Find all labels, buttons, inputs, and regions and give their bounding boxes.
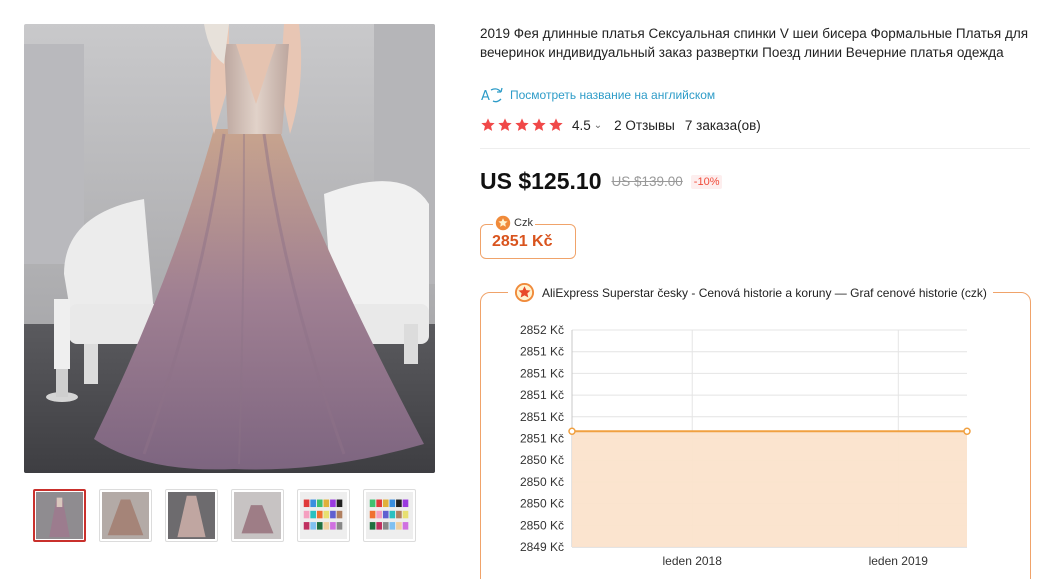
data-point (963, 427, 971, 436)
chevron-down-icon: ⌄ (593, 119, 603, 131)
x-tick-label: leden 2018 (663, 554, 723, 568)
star-icon (549, 118, 563, 131)
thumbnail-2[interactable] (99, 489, 152, 542)
divider (480, 148, 1030, 149)
orders-count: 7 заказа(ов) (684, 117, 761, 133)
dress-photo-4-icon (234, 492, 281, 539)
star-icon (481, 118, 495, 131)
product-title: 2019 Фея длинные платья Сексуальная спин… (480, 26, 1029, 60)
data-point (568, 427, 576, 436)
y-tick-label: 2851 Kč (520, 432, 564, 446)
czk-label-text: Czk (514, 217, 533, 229)
y-tick-label: 2851 Kč (520, 366, 564, 380)
rating-value: 4.5 (572, 117, 591, 133)
dress-photo-2-icon (102, 492, 149, 539)
y-tick-label: 2850 Kč (520, 453, 564, 467)
dress-photo (24, 24, 435, 473)
original-price: US $139.00 (611, 174, 683, 189)
discount-badge: -10% (690, 174, 723, 189)
thumbnail-1[interactable] (33, 489, 86, 542)
star-icon (532, 118, 546, 131)
translate-link-text: Посмотреть название на английском (510, 88, 716, 102)
thumbnail-6[interactable] (363, 489, 416, 542)
translate-title-link[interactable]: A Посмотреть название на английском (480, 86, 715, 104)
star-icon (498, 118, 512, 131)
price-history-chart: 2852 Kč 2851 Kč 2851 Kč 2851 Kč 2851 Kč 2851 … (520, 323, 971, 568)
y-tick-label: 2849 Kč (520, 540, 564, 554)
y-tick-label: 2851 Kč (520, 388, 564, 402)
dress-photo-1-icon (36, 492, 83, 539)
dress-photo-3-icon (168, 492, 215, 539)
series-area (572, 431, 967, 547)
y-tick-label: 2851 Kč (520, 410, 564, 424)
star-icon (515, 118, 529, 131)
czk-label: Czk (493, 215, 535, 231)
rating-stars (480, 117, 564, 133)
thumbnail-5[interactable] (297, 489, 350, 542)
current-price: US $125.10 (480, 168, 602, 194)
rating-dropdown[interactable]: 4.5 ⌄ (572, 118, 602, 133)
color-chart-1-icon (300, 492, 347, 539)
y-tick-label: 2850 Kč (520, 475, 564, 489)
color-chart-2-icon (366, 492, 413, 539)
rating-row: 4.5 ⌄ 2 Отзывы 7 заказа(ов) (480, 116, 761, 134)
reviews-link[interactable]: 2 Отзывы (614, 118, 675, 133)
price-history-panel: AliExpress Superstar česky - Cenová hist… (480, 282, 1031, 579)
y-tick-label: 2851 Kč (520, 345, 564, 359)
y-tick-label: 2850 Kč (520, 497, 564, 511)
price-row: US $125.10 US $139.00 -10% (480, 168, 723, 195)
czk-price-value: 2851 Kč (492, 233, 553, 250)
svg-text:A: A (481, 89, 490, 104)
superstar-badge-icon (495, 215, 511, 231)
y-tick-label: 2852 Kč (520, 323, 564, 337)
translate-icon: A (481, 87, 503, 104)
y-tick-label: 2850 Kč (520, 518, 564, 532)
main-product-image[interactable] (24, 24, 435, 473)
czk-price-box: Czk 2851 Kč (480, 215, 576, 259)
thumbnail-3[interactable] (165, 489, 218, 542)
thumbnail-4[interactable] (231, 489, 284, 542)
thumbnail-strip (33, 489, 416, 542)
x-tick-label: leden 2019 (869, 554, 929, 568)
